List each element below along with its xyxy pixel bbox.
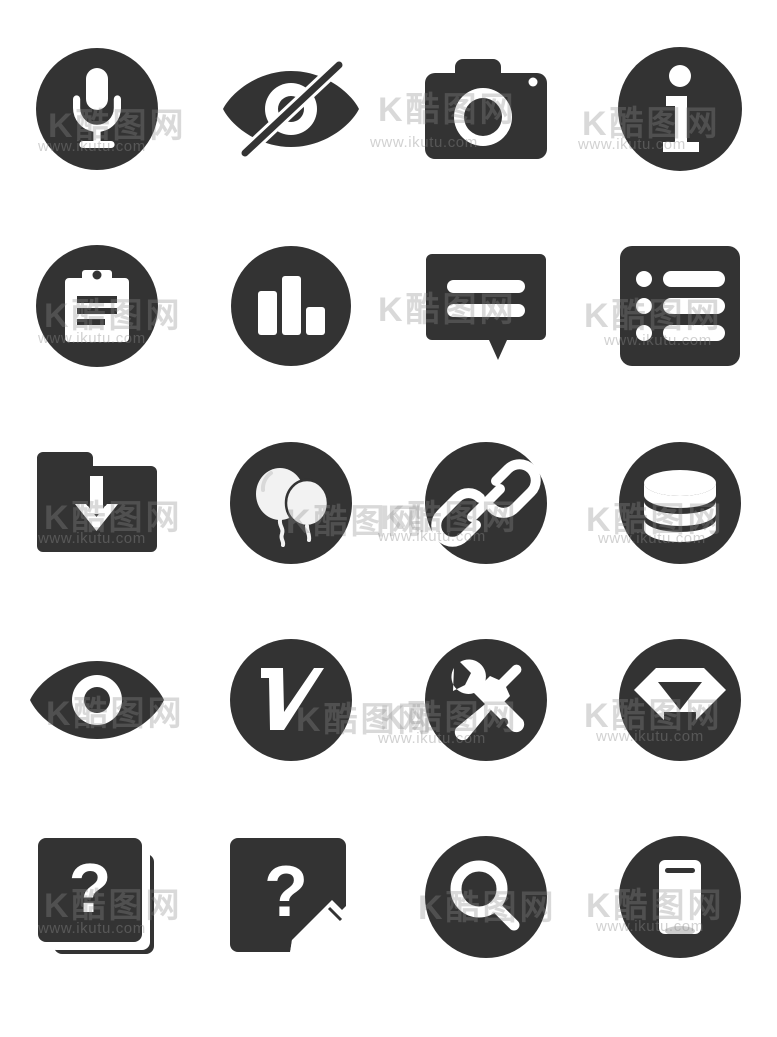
camera-icon [424,58,547,159]
bullet-list-icon [619,245,740,366]
icon-database[interactable] [583,404,777,601]
icon-eye[interactable] [0,601,194,798]
mobile-device-icon [658,859,701,936]
icon-camera[interactable] [389,10,583,207]
clipboard-icon [65,269,130,342]
icon-microphone[interactable] [0,10,194,207]
svg-text:?: ? [69,849,112,927]
icon-search[interactable] [389,798,583,995]
icon-letter-v[interactable] [194,601,388,798]
icon-link[interactable] [389,404,583,601]
icon-mobile-device[interactable] [583,798,777,995]
icon-bullet-list[interactable] [583,207,777,404]
question-edit-icon: ? [230,837,349,959]
eye-icon [30,660,165,739]
icon-folder-download[interactable] [0,404,194,601]
eye-off-icon [223,58,360,159]
icon-eye-off[interactable] [194,10,388,207]
icon-balloons[interactable] [194,404,388,601]
icon-info[interactable] [583,10,777,207]
icon-bar-chart[interactable] [194,207,388,404]
svg-text:?: ? [264,852,308,932]
icon-faq-stack[interactable]: ? [0,798,194,995]
chat-bubble-icon [425,253,546,360]
icon-chat-bubble[interactable] [389,207,583,404]
icon-clipboard[interactable] [0,207,194,404]
icon-question-edit[interactable]: ? [194,798,388,995]
faq-stack-icon: ? [38,837,155,954]
icon-tools[interactable] [389,601,583,798]
icon-grid: ? ? [0,0,777,985]
folder-download-icon [37,451,158,552]
icon-diamond[interactable] [583,601,777,798]
icon-sheet: ? ? K酷图网 www.ikutu.com K酷图网 www.ikutu.co… [0,0,777,1037]
